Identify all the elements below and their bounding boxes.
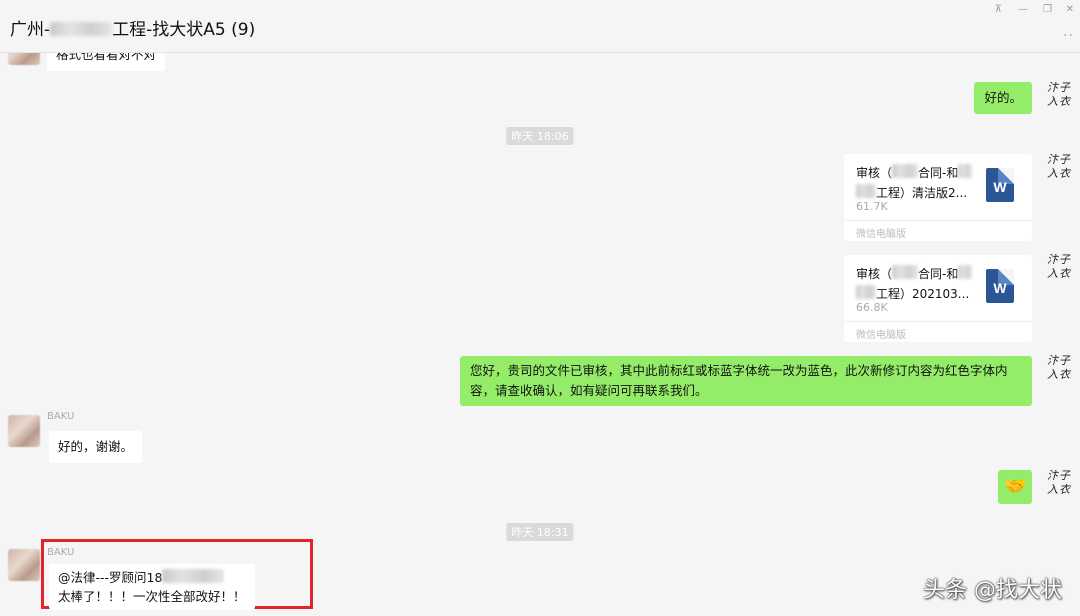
more-options-icon[interactable]: ·· — [1063, 28, 1074, 44]
sender-name: BAKU — [47, 547, 75, 558]
chat-area[interactable]: 格式也看看对不对 好的。 汴子 入衣 昨天 18:06 审核（ 合同-和 工程）清洁版… — [0, 53, 1080, 616]
my-avatar[interactable]: 汴子 入衣 — [1046, 253, 1072, 283]
redacted-text — [50, 22, 113, 36]
file-source: 微信电脑版 — [844, 220, 1032, 240]
file-message-card[interactable]: 审核（ 合同-和 工程）202103... W 66.8K 微信电脑版 — [844, 255, 1032, 342]
message-bubble-incoming[interactable]: @法律---罗顾问18 太棒了！！！一次性全部改好！！ — [49, 564, 255, 610]
timestamp: 昨天 18:06 — [506, 127, 574, 145]
file-source: 微信电脑版 — [844, 321, 1032, 341]
file-size: 66.8K — [856, 301, 888, 314]
message-bubble-outgoing[interactable]: 好的。 — [974, 82, 1032, 114]
my-avatar[interactable]: 汴子 入衣 — [1046, 469, 1072, 499]
word-document-icon: W — [986, 269, 1014, 303]
message-bubble-outgoing[interactable]: 您好，贵司的文件已审核，其中此前标红或标蓝字体统一改为蓝色，此次新修订内容为红色… — [460, 356, 1032, 406]
title-bar: 广州- 工程-找大状A5 (9) ⊼ — ❐ ✕ ·· — [0, 0, 1080, 53]
chat-title: 广州- 工程-找大状A5 (9) — [10, 20, 256, 40]
message-bubble-incoming[interactable]: 格式也看看对不对 — [47, 53, 166, 71]
file-message-card[interactable]: 审核（ 合同-和 工程）清洁版2... W 61.7K 微信电脑版 — [844, 154, 1032, 241]
watermark: 头条 @找大状 — [923, 578, 1062, 603]
file-size: 61.7K — [856, 200, 888, 213]
pin-icon[interactable]: ⊼ — [995, 4, 1002, 15]
word-document-icon: W — [986, 168, 1014, 202]
maximize-button[interactable]: ❐ — [1043, 4, 1052, 15]
my-avatar[interactable]: 汴子 入衣 — [1046, 354, 1072, 384]
file-name: 审核（ 合同-和 工程）清洁版2... — [856, 163, 978, 203]
close-button[interactable]: ✕ — [1066, 4, 1074, 15]
file-name: 审核（ 合同-和 工程）202103... — [856, 264, 978, 304]
emoji-message[interactable]: 🤝 — [998, 470, 1032, 504]
avatar[interactable] — [8, 53, 40, 65]
sender-name: BAKU — [47, 411, 75, 422]
timestamp: 昨天 18:31 — [506, 523, 574, 541]
minimize-button[interactable]: — — [1018, 4, 1028, 15]
my-avatar[interactable]: 汴子 入衣 — [1046, 153, 1072, 183]
avatar[interactable] — [8, 549, 40, 581]
message-bubble-incoming[interactable]: 好的，谢谢。 — [49, 431, 143, 463]
avatar[interactable] — [8, 415, 40, 447]
my-avatar[interactable]: 汴子 入衣 — [1046, 81, 1072, 111]
